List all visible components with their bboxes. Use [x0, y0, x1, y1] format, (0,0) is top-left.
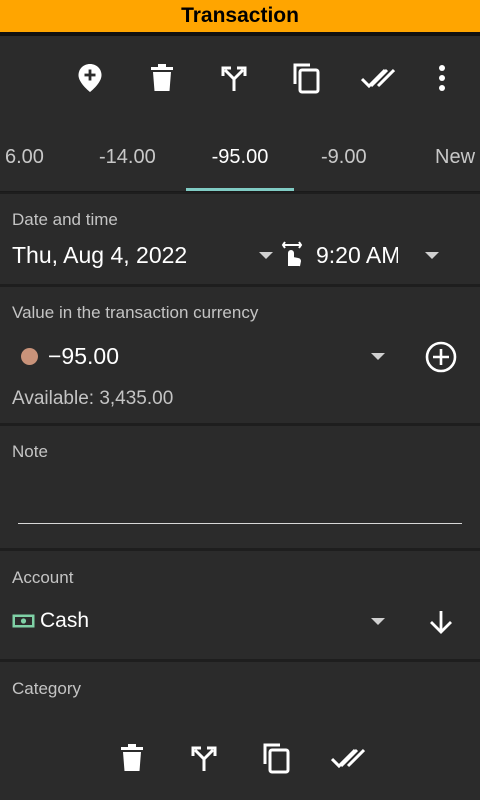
note-card: Note: [0, 426, 480, 548]
done-all-icon[interactable]: [358, 58, 398, 98]
category-card: Category: [0, 662, 480, 722]
copy-icon[interactable]: [256, 738, 296, 778]
delete-icon[interactable]: [112, 738, 152, 778]
arrow-down-icon[interactable]: [427, 608, 455, 636]
currency-dropdown-icon[interactable]: [371, 353, 385, 360]
add-circle-icon[interactable]: [424, 340, 458, 374]
tab-transaction-active[interactable]: -95.00: [186, 124, 294, 192]
add-location-icon[interactable]: [70, 58, 110, 98]
currency-color-dot: [21, 348, 38, 365]
amount-field[interactable]: −95.00: [48, 343, 119, 370]
date-time-label: Date and time: [12, 210, 118, 229]
value-label: Value in the transaction currency: [12, 303, 259, 322]
account-label: Account: [12, 568, 74, 587]
delete-icon[interactable]: [142, 58, 182, 98]
time-field[interactable]: 9:20 AM: [316, 242, 398, 269]
tab-new[interactable]: New: [435, 124, 475, 192]
available-balance: Available: 3,435.00: [12, 388, 174, 409]
bottom-toolbar: [0, 716, 480, 800]
tab-active-indicator: [186, 188, 294, 191]
top-toolbar: [0, 36, 480, 124]
tab-transaction-1[interactable]: 6.00: [5, 124, 44, 192]
split-icon[interactable]: [184, 738, 224, 778]
date-dropdown-icon[interactable]: [259, 252, 273, 259]
copy-icon[interactable]: [286, 58, 326, 98]
cash-icon: [12, 614, 35, 628]
tab-transaction-4[interactable]: -9.00: [321, 124, 367, 192]
more-vert-icon[interactable]: [422, 58, 462, 98]
note-input[interactable]: [18, 480, 462, 524]
account-card: Account Cash: [0, 551, 480, 659]
date-field[interactable]: Thu, Aug 4, 2022: [12, 242, 187, 269]
touch-icon[interactable]: [280, 240, 304, 268]
transaction-tabs: 6.00 -14.00 -95.00 -9.00 New: [0, 124, 480, 192]
window-title-bar: Transaction: [0, 0, 480, 36]
window-title: Transaction: [181, 4, 299, 27]
done-all-icon[interactable]: [328, 738, 368, 778]
value-card: Value in the transaction currency −95.00…: [0, 287, 480, 423]
account-dropdown-icon[interactable]: [371, 618, 385, 625]
tab-transaction-2[interactable]: -14.00: [99, 124, 156, 192]
split-icon[interactable]: [214, 58, 254, 98]
note-label: Note: [12, 442, 48, 461]
date-time-card: Date and time Thu, Aug 4, 2022 9:20 AM: [0, 194, 480, 284]
time-dropdown-icon[interactable]: [425, 252, 439, 259]
account-field[interactable]: Cash: [40, 609, 89, 633]
category-label: Category: [12, 679, 81, 698]
